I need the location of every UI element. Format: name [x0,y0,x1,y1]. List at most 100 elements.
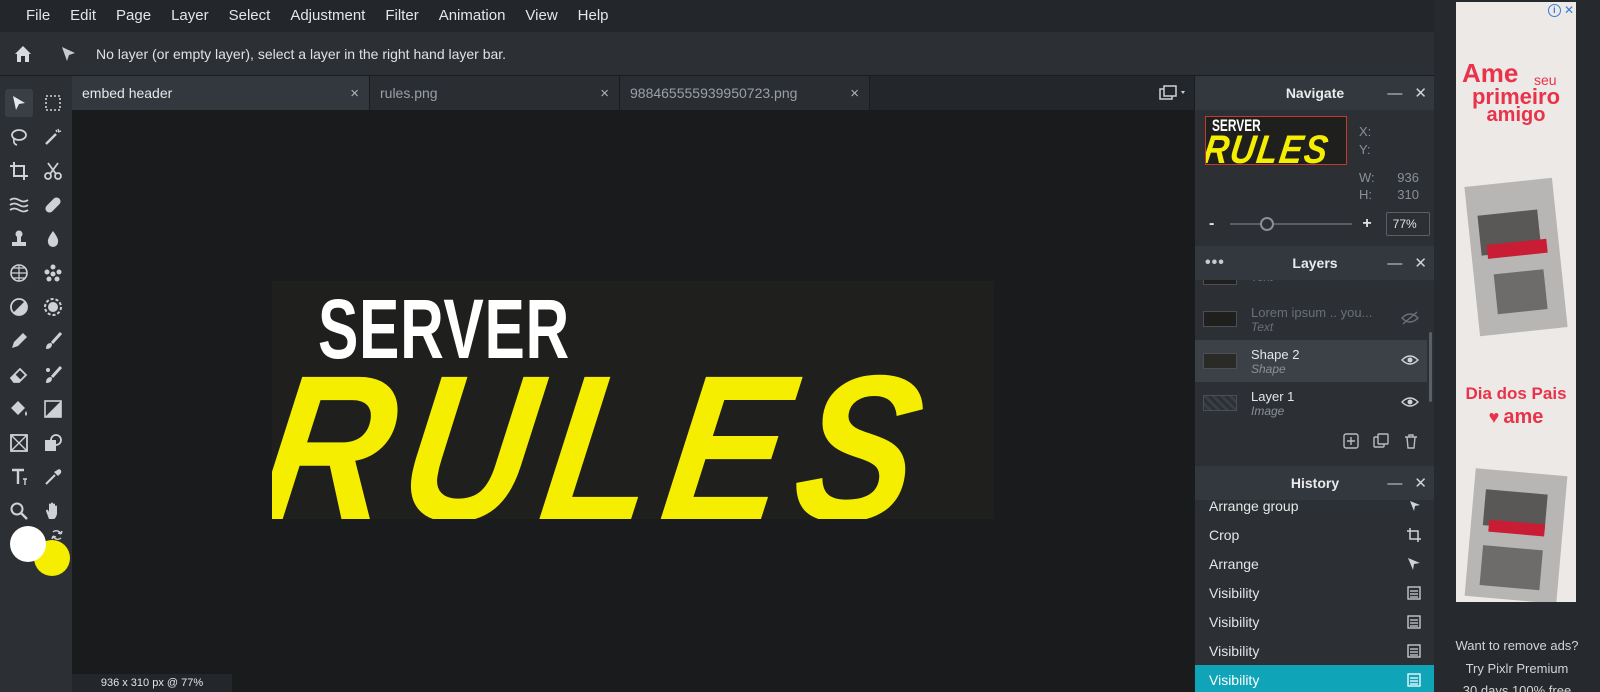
eye-hidden-icon[interactable] [1401,311,1419,330]
ad-collage-image-2 [1464,468,1568,602]
history-item[interactable]: Visibility [1195,636,1435,665]
liquify-icon[interactable] [5,191,33,219]
dodge-burn-icon[interactable] [5,293,33,321]
menu-view[interactable]: View [515,0,567,32]
more-options-icon[interactable]: ••• [1205,246,1225,280]
text-tool-icon[interactable] [5,463,33,491]
nav-h-value: 310 [1397,187,1419,202]
menu-layer[interactable]: Layer [161,0,219,32]
document-icon [1407,672,1421,687]
menu-file[interactable]: File [16,0,60,32]
layer-row[interactable]: Shape 2 Shape [1195,340,1427,382]
swap-colors-icon[interactable] [50,528,64,542]
arrange-tool-icon[interactable] [5,89,33,117]
close-icon[interactable]: ✕ [1414,254,1427,272]
zoom-value-input[interactable]: 77% [1385,212,1430,236]
close-icon[interactable]: × [850,85,859,102]
history-item-current[interactable]: Visibility [1195,665,1435,692]
ad-slogan2: amigo [1486,104,1546,126]
thumb-text-rules: RULES [1205,128,1333,165]
gradient-icon[interactable] [39,395,67,423]
try-premium-link[interactable]: Try Pixlr Premium [1434,661,1600,676]
tab-label: embed header [82,85,173,101]
layers-actions [1195,428,1435,458]
zoom-out-button[interactable]: - [1209,215,1214,233]
blur-drop-icon[interactable] [39,225,67,253]
lasso-icon[interactable] [5,123,33,151]
brush-icon[interactable] [39,327,67,355]
duplicate-layer-icon[interactable] [1373,432,1389,454]
history-item[interactable]: Crop [1195,520,1435,549]
fill-bucket-icon[interactable] [5,395,33,423]
history-item[interactable]: Visibility [1195,578,1435,607]
sharpen-gear-icon[interactable] [39,293,67,321]
marquee-select-icon[interactable] [39,89,67,117]
menu-help[interactable]: Help [568,0,619,32]
zoom-slider-handle[interactable] [1260,217,1275,231]
tab-988465555939950723-png[interactable]: 988465555939950723.png × [620,76,870,110]
foreground-color-swatch[interactable] [10,526,46,562]
free-trial-text: 30 days 100% free [1462,683,1572,692]
close-icon[interactable]: × [600,85,609,102]
nav-w-label: W: [1359,170,1375,185]
history-item[interactable]: Arrange group [1195,500,1435,520]
crop-icon [1407,527,1421,542]
zoom-in-button[interactable]: + [1362,215,1371,233]
close-icon[interactable]: ✕ [1414,84,1427,102]
menu-select[interactable]: Select [219,0,281,32]
menu-page[interactable]: Page [106,0,161,32]
history-item[interactable]: Visibility [1195,607,1435,636]
minimize-icon[interactable]: — [1387,475,1402,492]
layer-type: Shape [1251,361,1286,376]
zoom-magnifier-icon[interactable] [5,497,33,525]
tab-rules-png[interactable]: rules.png × [370,76,620,110]
layers-scrollbar[interactable] [1429,332,1432,402]
delete-layer-icon[interactable] [1403,433,1419,454]
eraser-icon[interactable] [5,361,33,389]
menu-filter[interactable]: Filter [375,0,428,32]
eye-icon[interactable] [1401,395,1419,414]
nav-h-label: H: [1359,187,1372,202]
hand-pan-icon[interactable] [39,497,67,525]
layers-title: Layers [1292,255,1338,271]
sponge-grid-icon[interactable] [5,259,33,287]
placeholder-frame-icon[interactable] [5,429,33,457]
crop-icon[interactable] [5,157,33,185]
zoom-slider[interactable] [1230,217,1353,231]
cutout-scissors-icon[interactable] [39,157,67,185]
navigator-thumbnail[interactable]: SERVER RULES [1205,116,1347,165]
home-icon[interactable] [12,43,34,65]
right-panel: Navigate — ✕ SERVER RULES X: Y: W: 936 H:… [1194,76,1435,692]
history-item[interactable]: Arrange [1195,549,1435,578]
layer-thumbnail [1203,395,1237,411]
pen-icon[interactable] [5,327,33,355]
layer-row[interactable]: Lorem ipsum .. you... Text [1195,298,1427,340]
eyedropper-icon[interactable] [39,463,67,491]
heal-bandage-icon[interactable] [39,191,67,219]
close-icon[interactable]: ✕ [1414,474,1427,492]
layer-row[interactable]: Text [1195,280,1427,298]
document-canvas[interactable]: SERVER RULES [272,281,994,519]
clone-stamp-icon[interactable] [5,225,33,253]
minimize-icon[interactable]: — [1387,255,1402,272]
minimize-icon[interactable]: — [1387,85,1402,102]
window-arrange-icon[interactable] [1154,76,1194,110]
heart-icon: ♥ [1488,406,1500,427]
eye-icon[interactable] [1401,353,1419,372]
ad-banner[interactable]: i ✕ Ame seu primeiro amigo Dia dos Pais … [1456,2,1576,602]
shape-icon[interactable] [39,429,67,457]
color-replace-icon[interactable] [39,361,67,389]
tab-label: rules.png [380,85,438,101]
menu-animation[interactable]: Animation [429,0,516,32]
close-icon[interactable]: × [350,85,359,102]
ad-info-icon[interactable]: i [1547,3,1561,17]
layer-row[interactable]: Layer 1 Image [1195,382,1427,424]
menu-adjustment[interactable]: Adjustment [280,0,375,32]
dots-pattern-icon[interactable] [39,259,67,287]
remove-ads-text: Want to remove ads? [1455,638,1579,653]
ad-close-icon[interactable]: ✕ [1564,3,1574,17]
tab-embed-header[interactable]: embed header × [72,76,370,110]
add-layer-icon[interactable] [1343,432,1359,454]
magic-wand-icon[interactable] [39,123,67,151]
menu-edit[interactable]: Edit [60,0,106,32]
